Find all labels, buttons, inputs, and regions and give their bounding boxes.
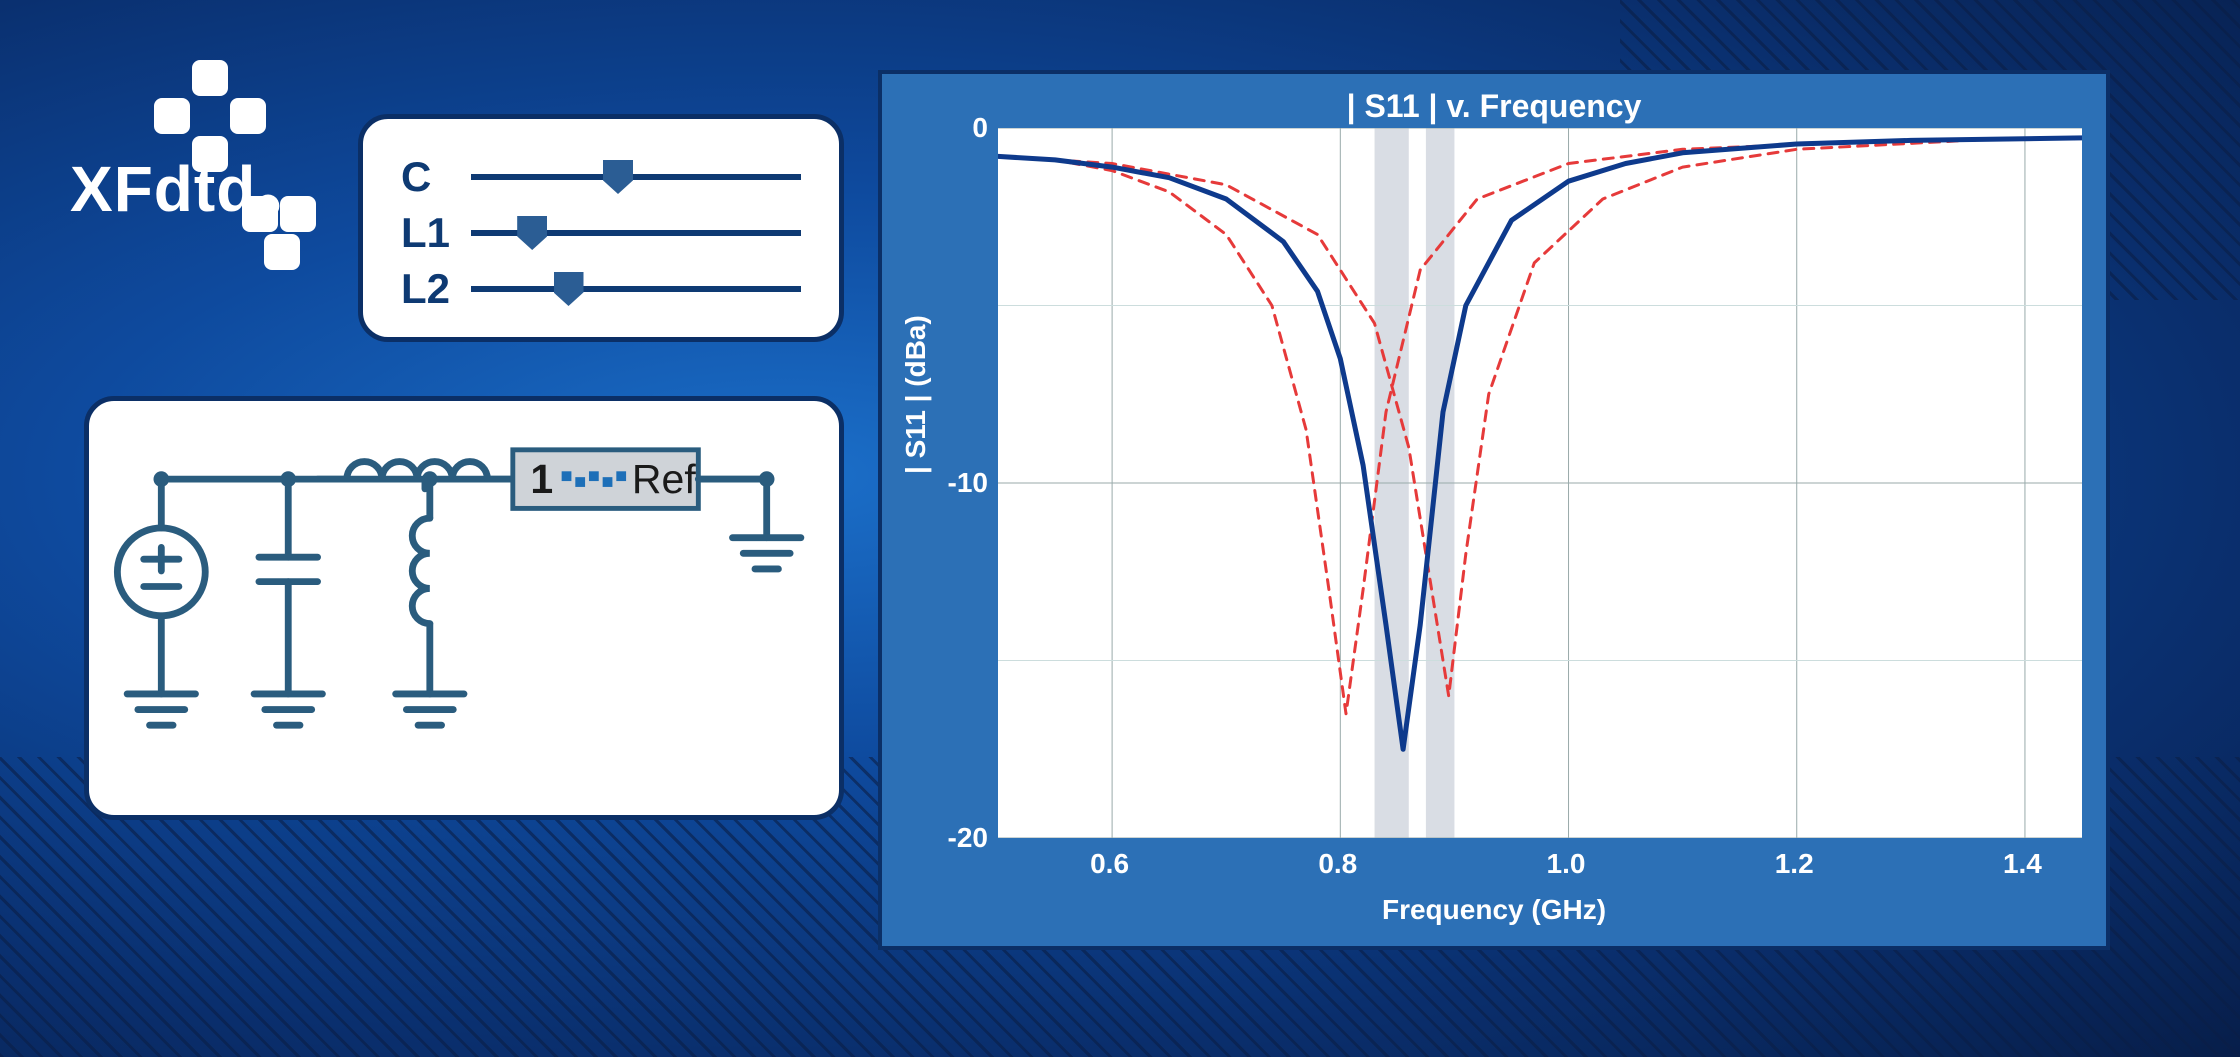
product-logo: XFdtd® xyxy=(70,60,390,250)
s11-chart-panel: | S11 | v. Frequency | S11 | (dBa) Frequ… xyxy=(878,70,2110,950)
slider-label: C xyxy=(401,153,471,201)
chart-xtick: 0.6 xyxy=(1090,848,1129,880)
chart-ytick: -20 xyxy=(938,822,988,854)
chart-ytick: 0 xyxy=(938,112,988,144)
logo-registered: ® xyxy=(256,188,281,224)
tuning-sliders-panel: C L1 L2 xyxy=(358,114,844,342)
slider-track[interactable] xyxy=(471,174,801,180)
logo-cube-icon xyxy=(280,196,316,232)
slider-thumb-icon[interactable] xyxy=(517,216,547,250)
ref-port-label: Ref xyxy=(632,456,696,502)
chart-xtick: 1.2 xyxy=(1775,848,1814,880)
chart-xlabel: Frequency (GHz) xyxy=(882,894,2106,926)
slider-label: L2 xyxy=(401,265,471,313)
chart-ylabel: | S11 | (dBa) xyxy=(900,315,932,474)
slider-c[interactable]: C xyxy=(401,149,801,205)
logo-cube-icon xyxy=(192,60,228,96)
slider-thumb-icon[interactable] xyxy=(603,160,633,194)
chart-xtick: 1.0 xyxy=(1547,848,1586,880)
logo-cube-icon xyxy=(264,234,300,270)
slider-track[interactable] xyxy=(471,286,801,292)
chart-xtick: 0.8 xyxy=(1318,848,1357,880)
chart-ytick: -10 xyxy=(938,467,988,499)
matching-network-schematic: 1 Ref xyxy=(84,396,844,820)
logo-text: XFdtd® xyxy=(70,152,281,226)
logo-name: XFdtd xyxy=(70,153,256,225)
ref-port-number: 1 xyxy=(530,456,553,502)
logo-cube-icon xyxy=(154,98,190,134)
slider-label: L1 xyxy=(401,209,471,257)
slider-l2[interactable]: L2 xyxy=(401,261,801,317)
slider-track[interactable] xyxy=(471,230,801,236)
chart-plot-area xyxy=(998,128,2082,838)
chart-xtick: 1.4 xyxy=(2003,848,2042,880)
logo-cube-icon xyxy=(230,98,266,134)
slider-thumb-icon[interactable] xyxy=(554,272,584,306)
slider-l1[interactable]: L1 xyxy=(401,205,801,261)
